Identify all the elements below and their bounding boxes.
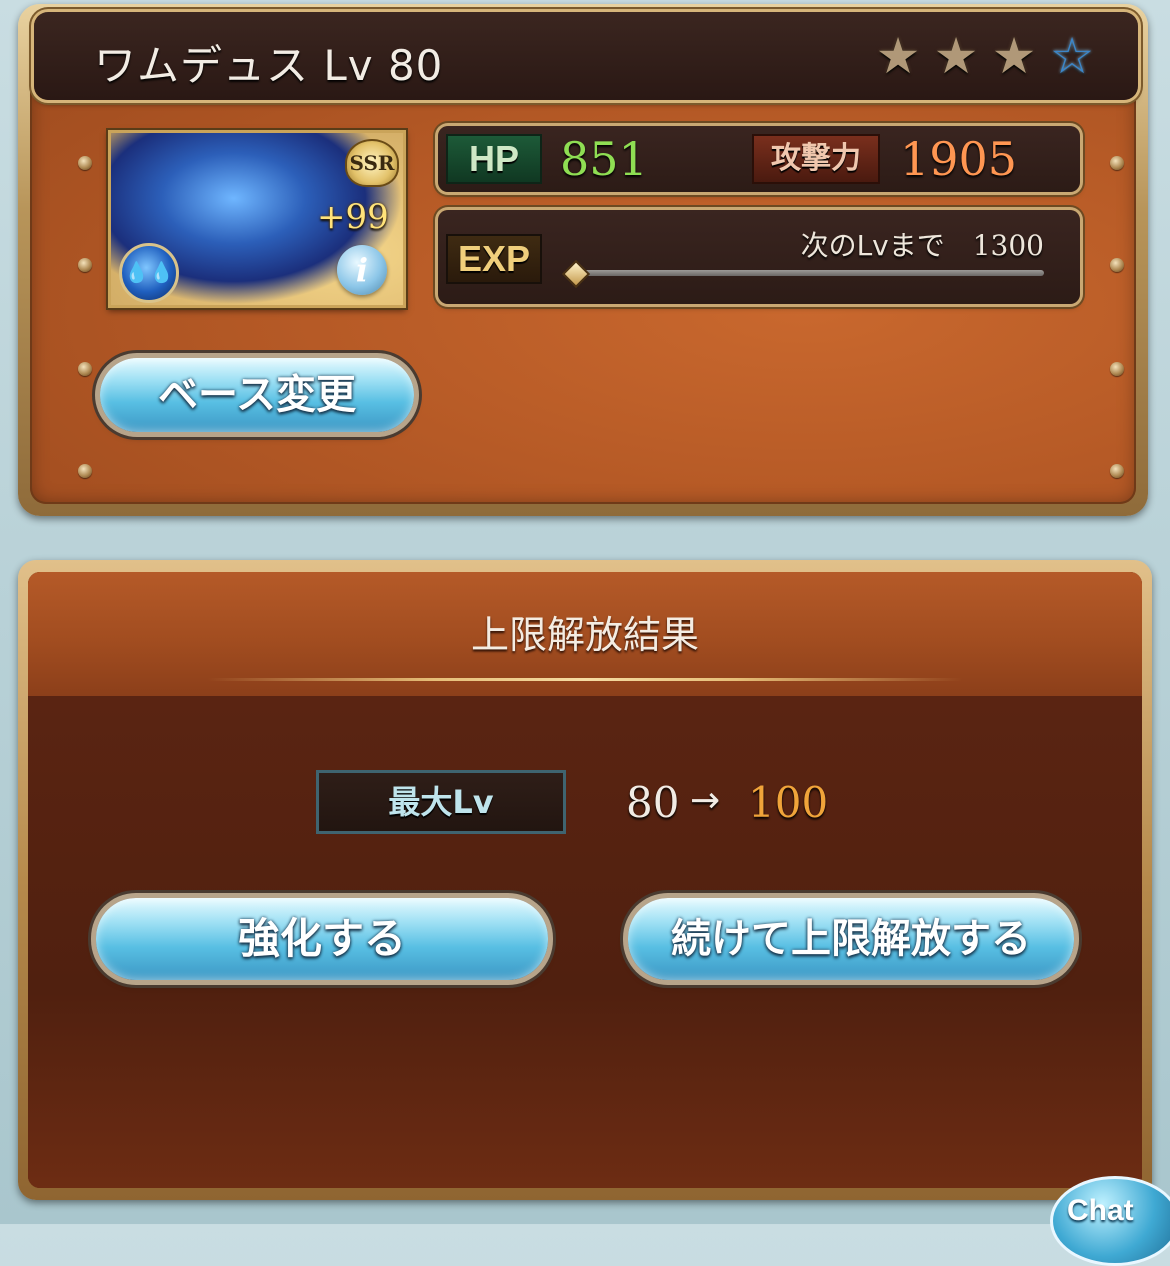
- rarity-badge: SSR: [345, 139, 399, 187]
- rivet: [1110, 362, 1124, 376]
- rivet: [1110, 156, 1124, 170]
- rivet: [78, 258, 92, 272]
- rivet: [78, 464, 92, 478]
- next-level-label: 次のLvまで: [800, 229, 945, 262]
- base-change-button[interactable]: ベース変更: [100, 358, 414, 432]
- result-header: 上限解放結果: [28, 572, 1142, 696]
- enhance-button[interactable]: 強化する: [96, 898, 548, 980]
- rivet: [78, 156, 92, 170]
- continue-uncap-button[interactable]: 続けて上限解放する: [628, 898, 1074, 980]
- character-panel: ワムデュス Lv 80 ★ ★ ★ ☆ SSR +99 💧💧 i HP 851 …: [18, 4, 1148, 516]
- rivet: [78, 362, 92, 376]
- exp-label: EXP: [446, 234, 542, 284]
- next-level-info: 次のLvまで 1300: [801, 224, 1044, 264]
- old-max-level: 80: [626, 778, 680, 827]
- hp-attack-box: HP 851 攻撃力 1905: [438, 126, 1080, 192]
- star-filled-icon: ★: [991, 27, 1037, 85]
- water-element-icon: 💧💧: [119, 243, 179, 303]
- rivet: [1110, 258, 1124, 272]
- star-filled-icon: ★: [933, 27, 979, 85]
- header-divider: [208, 678, 962, 681]
- star-filled-icon: ★: [875, 27, 921, 85]
- star-empty-icon: ☆: [1049, 27, 1095, 85]
- hp-label: HP: [446, 134, 542, 184]
- attack-value: 1905: [900, 132, 1018, 186]
- rivet: [1110, 464, 1124, 478]
- exp-progress-bar: [572, 270, 1044, 276]
- hp-value: 851: [560, 132, 648, 186]
- uncap-result-panel: 上限解放結果 最大Lv 80 → 100 強化する 続けて上限解放する: [18, 560, 1152, 1200]
- attack-label: 攻撃力: [752, 134, 880, 184]
- max-level-label: 最大Lv: [316, 770, 566, 834]
- info-icon[interactable]: i: [337, 245, 387, 295]
- arrow-right-icon: →: [690, 780, 721, 821]
- uncap-result-panel-inner: 上限解放結果 最大Lv 80 → 100 強化する 続けて上限解放する: [28, 572, 1142, 1188]
- plus-value-badge: +99: [317, 197, 389, 237]
- exp-box: EXP 次のLvまで 1300: [438, 210, 1080, 304]
- title-bar: ワムデュス Lv 80 ★ ★ ★ ☆: [34, 12, 1138, 100]
- exp-progress-marker: [561, 259, 591, 289]
- result-title: 上限解放結果: [470, 613, 699, 657]
- new-max-level: 100: [748, 778, 829, 827]
- character-name-level: ワムデュス Lv 80: [94, 41, 444, 90]
- next-level-value: 1300: [972, 229, 1044, 262]
- character-card[interactable]: SSR +99 💧💧 i: [108, 130, 406, 308]
- chat-button[interactable]: Chat: [1050, 1176, 1170, 1266]
